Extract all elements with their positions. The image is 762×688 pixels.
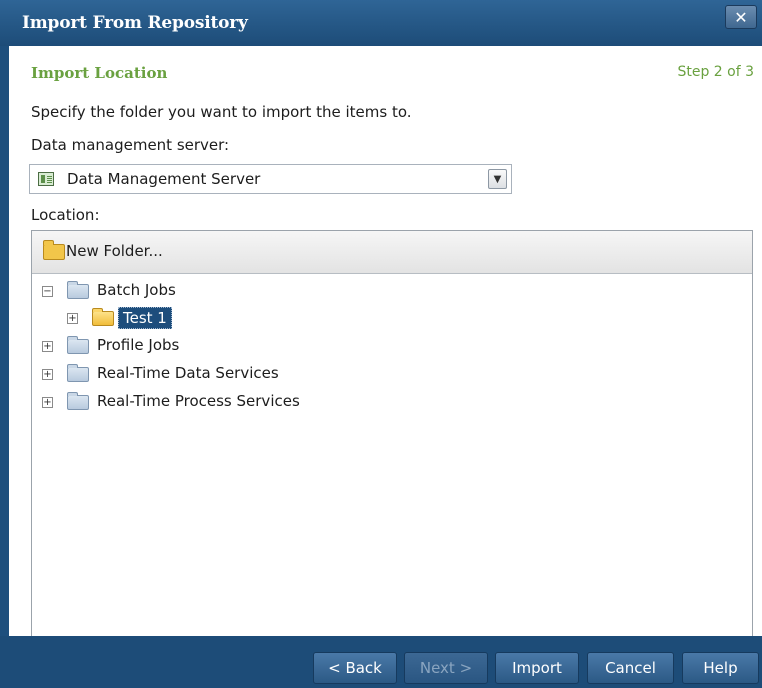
- tree-item-label: Batch Jobs: [97, 281, 176, 299]
- tree-item-profile-jobs[interactable]: + Profile Jobs: [32, 335, 732, 359]
- back-button[interactable]: < Back: [313, 652, 397, 684]
- tree-item-real-time-data-services[interactable]: + Real-Time Data Services: [32, 363, 732, 387]
- tree-item-real-time-process-services[interactable]: + Real-Time Process Services: [32, 391, 732, 415]
- tree-item-batch-jobs[interactable]: − Batch Jobs: [32, 280, 732, 304]
- server-icon: [38, 172, 54, 186]
- collapse-icon[interactable]: −: [42, 286, 53, 297]
- location-label: Location:: [31, 206, 100, 224]
- tree-item-label-selected: Test 1: [118, 307, 172, 329]
- help-button[interactable]: Help: [682, 652, 759, 684]
- chevron-down-icon[interactable]: ▼: [488, 169, 507, 189]
- tree-item-label: Real-Time Process Services: [97, 392, 300, 410]
- step-indicator: Step 2 of 3: [677, 64, 754, 80]
- tree-item-label: Real-Time Data Services: [97, 364, 279, 382]
- close-icon: ✕: [734, 7, 748, 27]
- expand-icon[interactable]: +: [67, 313, 78, 324]
- folder-open-icon: [92, 308, 114, 326]
- close-button[interactable]: ✕: [725, 5, 757, 29]
- cancel-button[interactable]: Cancel: [587, 652, 674, 684]
- location-toolbar: New Folder...: [32, 231, 752, 274]
- import-dialog: Import From Repository ✕ Import Location…: [0, 0, 762, 688]
- tree-item-test-1[interactable]: + Test 1: [32, 307, 732, 331]
- import-button[interactable]: Import: [495, 652, 579, 684]
- expand-icon[interactable]: +: [42, 369, 53, 380]
- title-bar[interactable]: Import From Repository ✕: [0, 0, 762, 46]
- next-button[interactable]: Next >: [404, 652, 488, 684]
- new-folder-button[interactable]: New Folder...: [32, 231, 202, 273]
- folder-icon: [67, 281, 89, 299]
- folder-icon: [67, 392, 89, 410]
- folder-icon: [67, 336, 89, 354]
- section-title: Import Location: [31, 64, 168, 82]
- folder-icon: [67, 364, 89, 382]
- tree-item-label: Profile Jobs: [97, 336, 180, 354]
- server-select[interactable]: Data Management Server ▼: [29, 164, 512, 194]
- dialog-title: Import From Repository: [22, 13, 248, 33]
- expand-icon[interactable]: +: [42, 397, 53, 408]
- expand-icon[interactable]: +: [42, 341, 53, 352]
- new-folder-icon: [43, 240, 65, 260]
- dialog-content: Import Location Step 2 of 3 Specify the …: [9, 46, 762, 674]
- instructions-text: Specify the folder you want to import th…: [31, 103, 412, 121]
- new-folder-label: New Folder...: [66, 242, 163, 260]
- server-select-value: Data Management Server: [67, 170, 261, 188]
- server-label: Data management server:: [31, 136, 230, 154]
- location-panel: New Folder... − Batch Jobs + Test 1 + Pr…: [31, 230, 753, 674]
